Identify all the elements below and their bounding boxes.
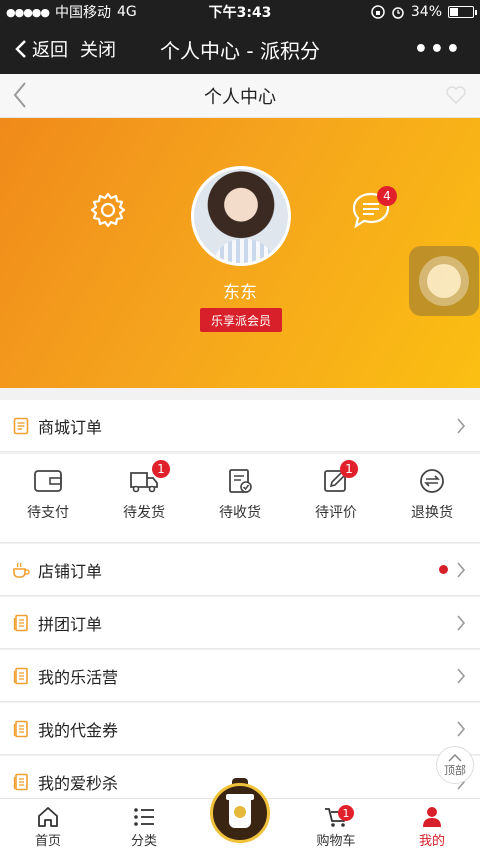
coffee-cup-icon [12,561,30,579]
tab-cart-label: 购物车 [316,834,356,849]
wallet-icon [34,470,62,492]
member-badge[interactable]: 乐享派会员 [200,308,282,332]
lehuo-camp-row[interactable]: 我的乐活营 [0,650,480,702]
message-badge: 4 [377,186,397,206]
alarm-icon [392,7,404,19]
more-button[interactable]: ••• [414,37,462,62]
group-order-label: 拼团订单 [38,614,103,634]
network-text: 4G [117,4,137,20]
avatar[interactable] [191,166,291,266]
user-icon [423,807,441,827]
chevron-right-icon [457,417,466,434]
pending-shipment-button[interactable]: 1 待发货 [96,454,192,542]
return-exchange-label: 退换货 [411,505,453,521]
status-left: ●●●●● 中国移动 4G [6,2,137,22]
chevron-left-icon [15,40,26,58]
document-icon [12,667,30,685]
receipt-icon [229,469,252,493]
pending-receipt-label: 待收货 [219,505,261,521]
mall-order-row[interactable]: 商城订单 [0,400,480,452]
exchange-icon [420,469,444,493]
back-label: 返回 [32,40,68,61]
document-icon [12,773,30,791]
back-button[interactable]: 返回 [14,36,68,62]
lehuo-camp-label: 我的乐活营 [38,667,119,687]
center-coffee-button[interactable] [210,783,270,843]
chevron-right-icon [457,720,466,737]
tab-cart[interactable]: 1 购物车 [288,799,384,853]
sub-header-title: 个人中心 [204,86,276,108]
status-right: 34% [371,4,477,20]
user-name: 东东 [223,283,257,303]
cart-badge: 1 [338,805,354,821]
coffee-cup-icon [226,794,254,828]
status-bar: ●●●●● 中国移动 4G 下午3:43 34% [0,0,480,24]
return-exchange-button[interactable]: 退换货 [384,454,480,542]
store-order-label: 店铺订单 [38,561,103,581]
battery-percent: 34% [410,4,442,20]
signal-icon: ●●●●● [6,5,50,19]
tab-home-label: 首页 [34,834,61,849]
chevron-left-icon[interactable] [10,80,30,110]
profile-hero: 4 东东 乐享派会员 [0,118,480,388]
pending-review-badge: 1 [340,460,358,478]
pending-receipt-button[interactable]: 待收货 [192,454,288,542]
chevron-right-icon [457,561,466,578]
notification-dot [439,565,448,574]
list-icon [134,808,154,826]
pending-review-button[interactable]: 1 待评价 [288,454,384,542]
carrier-text: 中国移动 [55,5,111,21]
pending-payment-label: 待支付 [27,505,69,521]
pending-payment-button[interactable]: 待支付 [0,454,96,542]
tab-home[interactable]: 首页 [0,799,96,853]
pending-shipment-badge: 1 [152,460,170,478]
pending-shipment-label: 待发货 [123,505,165,521]
floating-assistive-button[interactable] [409,246,479,316]
sub-header: 个人中心 [0,74,480,118]
tab-mine-label: 我的 [418,834,445,849]
heart-icon[interactable] [446,86,466,104]
tab-category-label: 分类 [130,834,157,849]
pending-review-label: 待评价 [315,505,357,521]
nav-bar: 返回 关闭 个人中心 - 派积分 ••• [0,24,480,74]
tab-mine[interactable]: 我的 [384,799,480,853]
document-icon [12,614,30,632]
battery-icon [448,6,477,18]
chevron-right-icon [457,614,466,631]
flash-sale-label: 我的爱秒杀 [38,773,119,793]
voucher-label: 我的代金券 [38,720,119,740]
home-icon [38,807,58,827]
order-list-icon [12,417,30,435]
close-button[interactable]: 关闭 [80,36,116,62]
rotation-lock-icon [371,5,385,19]
voucher-row[interactable]: 我的代金券 [0,703,480,755]
document-icon [12,720,30,738]
page-title: 个人中心 - 派积分 [160,38,320,63]
mall-order-label: 商城订单 [38,417,103,437]
tab-category[interactable]: 分类 [96,799,192,853]
store-order-row[interactable]: 店铺订单 [0,544,480,596]
chevron-right-icon [457,667,466,684]
gear-icon[interactable] [88,190,128,230]
group-order-row[interactable]: 拼团订单 [0,597,480,649]
chevron-up-icon [448,753,462,762]
order-status-bar: 待支付 1 待发货 待收货 1 待评价 退换货 [0,454,480,543]
back-to-top-button[interactable]: 顶部 [436,746,474,784]
back-to-top-label: 顶部 [444,763,466,777]
